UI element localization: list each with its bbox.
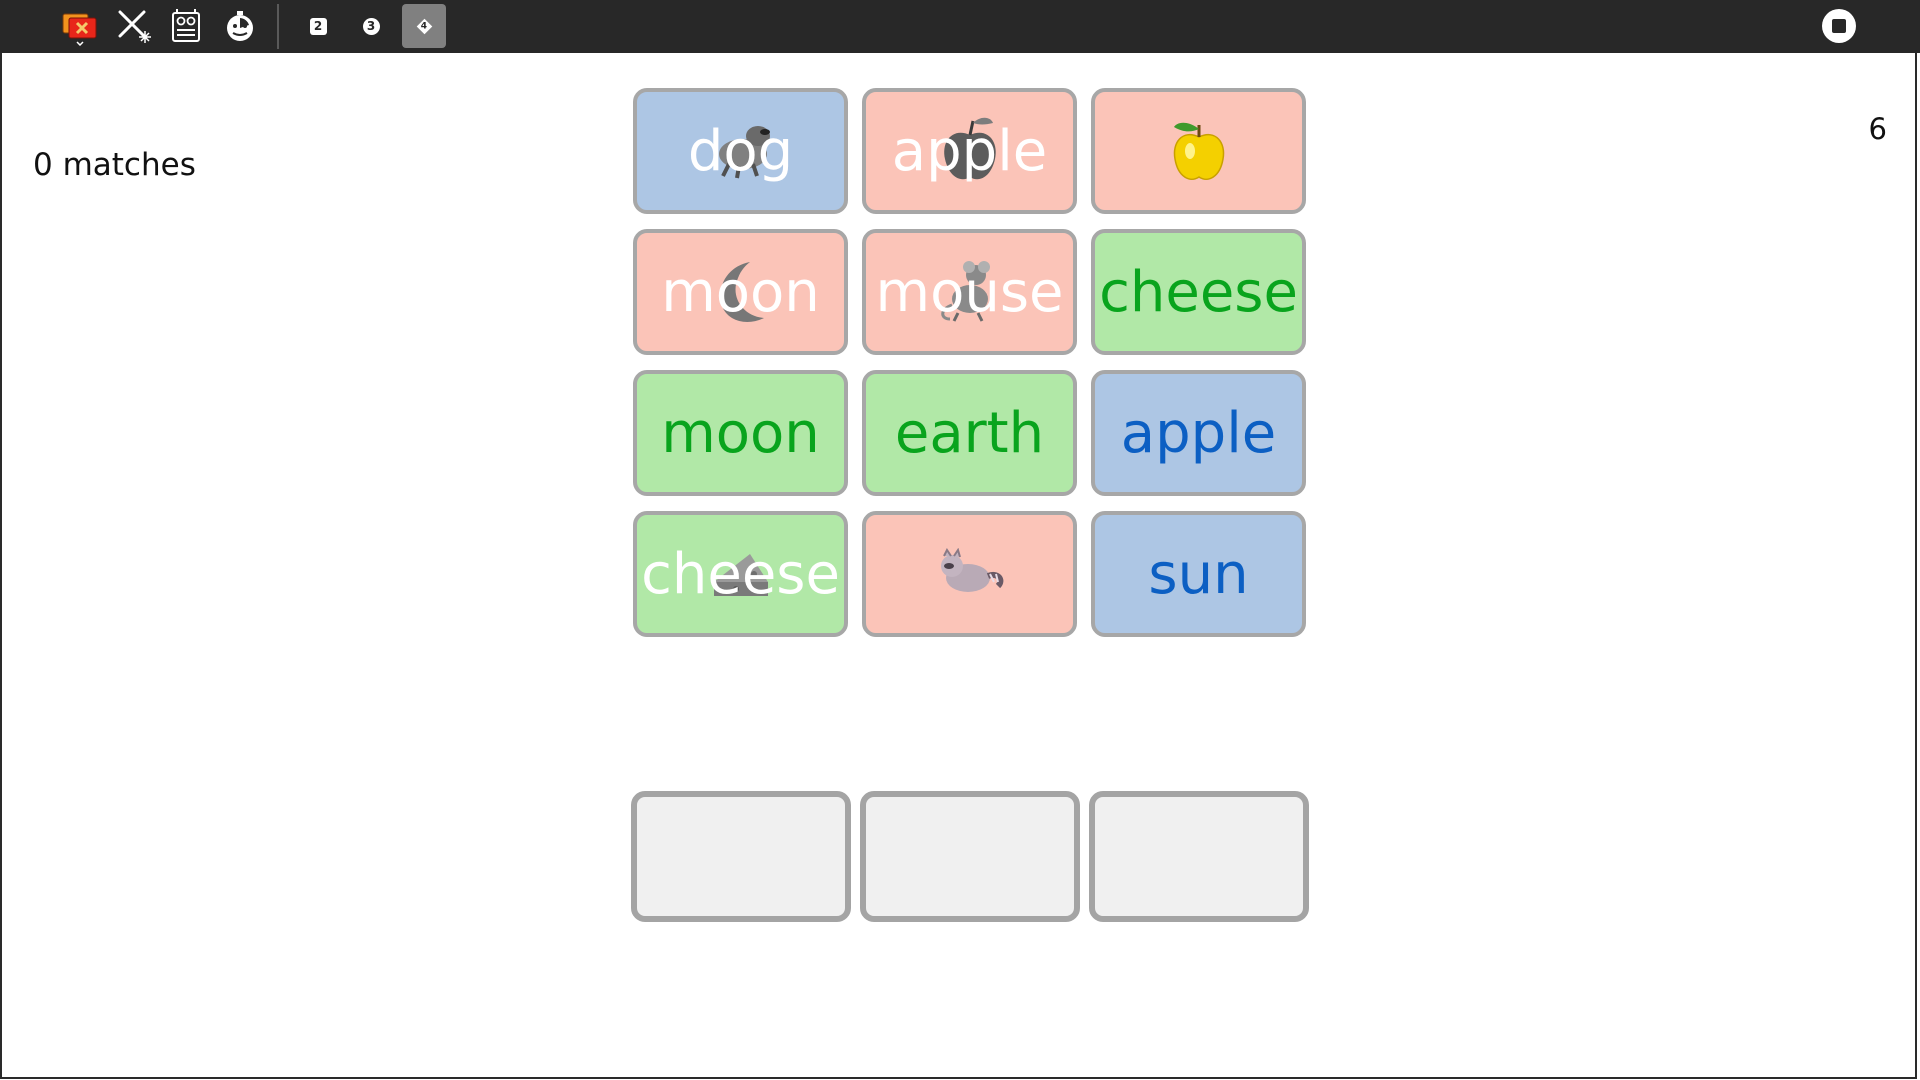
card-sun[interactable]: sun: [1091, 511, 1306, 637]
drop-slot-2[interactable]: [860, 791, 1080, 922]
card-word: sun: [1148, 541, 1249, 607]
card-moon-pink[interactable]: moon: [633, 229, 848, 355]
card-mouse[interactable]: mouse: [862, 229, 1077, 355]
card-word: dog: [687, 118, 794, 184]
remaining-count: 6: [1868, 112, 1887, 146]
card-earth[interactable]: earth: [862, 370, 1077, 496]
card-moon-green[interactable]: moon: [633, 370, 848, 496]
card-word: cheese: [641, 541, 840, 607]
card-word: moon: [661, 400, 820, 466]
tools-icon[interactable]: [112, 4, 156, 48]
card-cheese-pic[interactable]: cheese: [633, 511, 848, 637]
card-cheese-green[interactable]: cheese: [1091, 229, 1306, 355]
card-word: earth: [894, 400, 1045, 466]
card-word: moon: [661, 259, 820, 325]
robot-icon[interactable]: [164, 4, 208, 48]
card-word: apple: [891, 118, 1048, 184]
toolbar-separator: [277, 4, 279, 49]
raccoon-icon: [940, 548, 1003, 592]
card-word: apple: [1120, 400, 1277, 466]
card-word: cheese: [1099, 259, 1298, 325]
stop-button[interactable]: [1817, 4, 1861, 48]
card-yellow-apple[interactable]: [1091, 88, 1306, 214]
level-3-button[interactable]: 3: [349, 4, 393, 48]
card-dog[interactable]: dog: [633, 88, 848, 214]
yellow-apple-icon: [1173, 122, 1224, 180]
card-word: mouse: [875, 259, 1064, 325]
toolbar: 2 3 4: [0, 0, 1920, 53]
card-apple-pink[interactable]: apple: [862, 88, 1077, 214]
level-4-diamond: 4: [416, 18, 432, 34]
level-2-button[interactable]: 2: [296, 4, 340, 48]
stop-icon: [1822, 9, 1856, 43]
level-4-label: 4: [420, 20, 428, 31]
level-4-button[interactable]: 4: [402, 4, 446, 48]
matches-counter: 0 matches: [33, 147, 196, 183]
card-raccoon[interactable]: [862, 511, 1077, 637]
level-3-label: 3: [362, 17, 380, 35]
drop-slot-3[interactable]: [1089, 791, 1309, 922]
drop-slot-1[interactable]: [631, 791, 851, 922]
level-2-label: 2: [309, 17, 327, 35]
activity-cards-icon[interactable]: [58, 4, 102, 48]
timer-icon[interactable]: [218, 4, 262, 48]
card-apple-blue[interactable]: apple: [1091, 370, 1306, 496]
